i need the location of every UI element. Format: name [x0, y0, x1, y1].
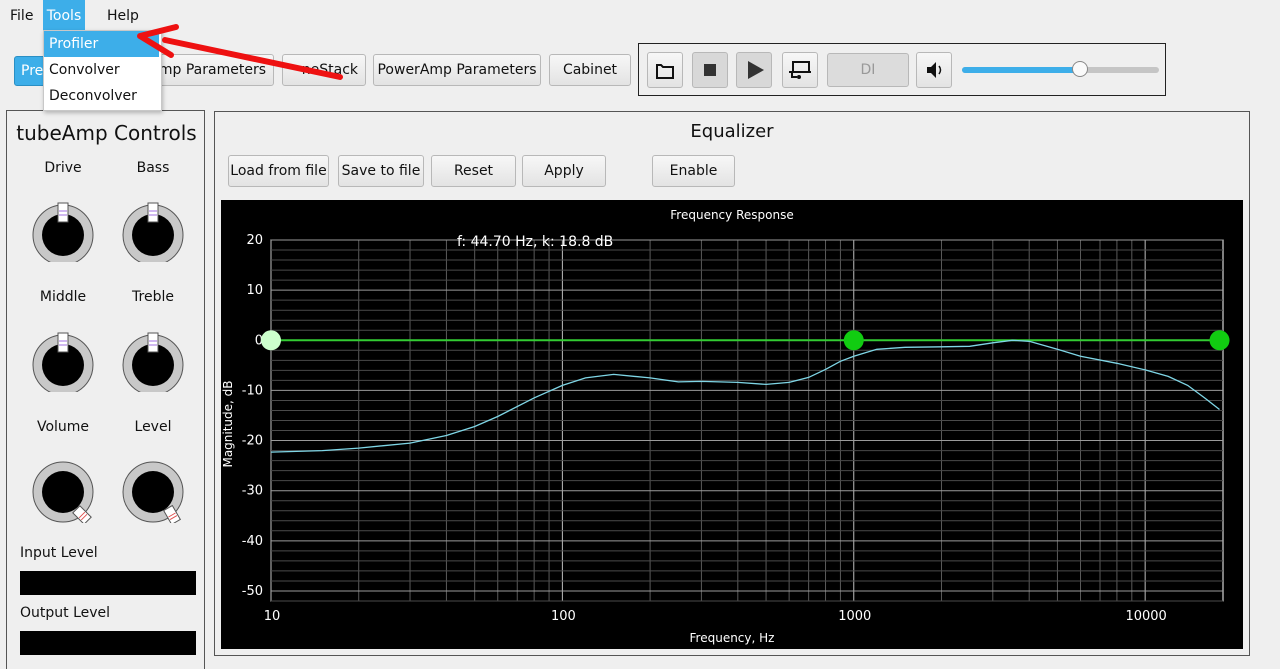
eq-control-point[interactable] [261, 330, 281, 351]
x-tick-label: 100 [551, 609, 576, 624]
y-tick-label: -40 [242, 534, 263, 549]
knob-label-level: Level [134, 419, 172, 435]
drive-knob[interactable] [32, 200, 94, 262]
menubar: File Tools Help [0, 0, 1280, 32]
apply-button[interactable]: Apply [522, 155, 606, 187]
reset-button[interactable]: Reset [431, 155, 516, 187]
knob-label-middle: Middle [39, 289, 87, 305]
save-to-file-button[interactable]: Save to file [338, 155, 424, 187]
cursor-annotation: f: 44.70 Hz, k: 18.8 dB [457, 234, 613, 250]
response-curve [270, 339, 1220, 453]
tab-preamp[interactable]: Pre [14, 56, 46, 86]
tab-cabinet[interactable]: Cabinet [549, 54, 631, 86]
y-tick-label: 10 [246, 283, 263, 298]
open-file-icon [656, 64, 674, 79]
transport-panel: DI [638, 43, 1166, 96]
y-tick-label: -20 [242, 434, 263, 449]
y-axis-label: Magnitude, dB [221, 380, 235, 467]
output-level-meter [20, 631, 196, 655]
record-button[interactable] [782, 52, 818, 88]
stop-button[interactable] [692, 52, 728, 88]
menu-item-profiler[interactable]: Profiler [44, 31, 159, 57]
equalizer-title: Equalizer [690, 121, 774, 142]
x-tick-label: 1000 [838, 609, 871, 624]
volume-knob[interactable] [32, 461, 94, 523]
eq-control-point[interactable] [843, 330, 864, 351]
di-button[interactable]: DI [827, 53, 909, 87]
x-tick-label: 10000 [1125, 609, 1166, 624]
y-tick-label: -30 [242, 484, 263, 499]
play-icon [748, 61, 764, 79]
frequency-response-chart[interactable]: 20100-10-20-30-40-5010 100 1000 10000 Frequ… [221, 200, 1243, 649]
load-from-file-button[interactable]: Load from file [228, 155, 329, 187]
eq-control-point[interactable] [1209, 330, 1230, 351]
volume-slider-fill [962, 67, 1081, 73]
x-tick-label: 10 [264, 609, 281, 624]
chart-title: Frequency Response [670, 208, 793, 222]
middle-knob[interactable] [32, 330, 94, 392]
knob-label-treble: Treble [132, 289, 174, 305]
menu-item-deconvolver[interactable]: Deconvolver [44, 83, 159, 109]
knob-label-volume: Volume [36, 419, 90, 435]
x-axis-label: Frequency, Hz [690, 631, 775, 645]
menu-file[interactable]: File [4, 0, 39, 32]
speaker-icon [927, 62, 942, 78]
mute-button[interactable] [916, 52, 952, 88]
y-tick-label: -50 [242, 584, 263, 599]
play-button[interactable] [736, 52, 772, 88]
volume-slider-handle[interactable] [1072, 61, 1089, 77]
tools-dropdown-menu: Profiler Convolver Deconvolver [43, 30, 162, 111]
volume-slider-track[interactable] [962, 61, 1159, 77]
panel-title: tubeAmp Controls [16, 121, 197, 145]
input-level-meter [20, 571, 196, 595]
open-file-button[interactable] [647, 52, 683, 88]
level-knob[interactable] [122, 461, 184, 523]
menu-item-convolver[interactable]: Convolver [44, 57, 159, 83]
y-tick-label: -10 [242, 383, 263, 398]
tab-poweramp-parameters[interactable]: PowerAmp Parameters [373, 54, 541, 86]
stop-icon [704, 64, 716, 76]
tape-record-icon [789, 61, 811, 79]
enable-button[interactable]: Enable [652, 155, 735, 187]
y-tick-label: 20 [246, 233, 263, 248]
input-level-label: Input Level [20, 545, 98, 561]
menu-tools[interactable]: Tools [43, 0, 85, 32]
treble-knob[interactable] [122, 330, 184, 392]
tab-tonestack[interactable]: neStack [282, 54, 366, 86]
bass-knob[interactable] [122, 200, 184, 262]
output-level-label: Output Level [20, 605, 111, 621]
knob-label-bass: Bass [136, 160, 170, 176]
frequency-response-plot[interactable]: 20 10 0 -10 -20 -30 -40 -50 10 100 1000 10000 Frequ… [221, 200, 1243, 649]
menu-help[interactable]: Help [101, 0, 145, 32]
tubeamp-controls-panel: tubeAmp Controls Drive Bass Middle Trebl… [6, 110, 205, 669]
knob-label-drive: Drive [44, 160, 82, 176]
